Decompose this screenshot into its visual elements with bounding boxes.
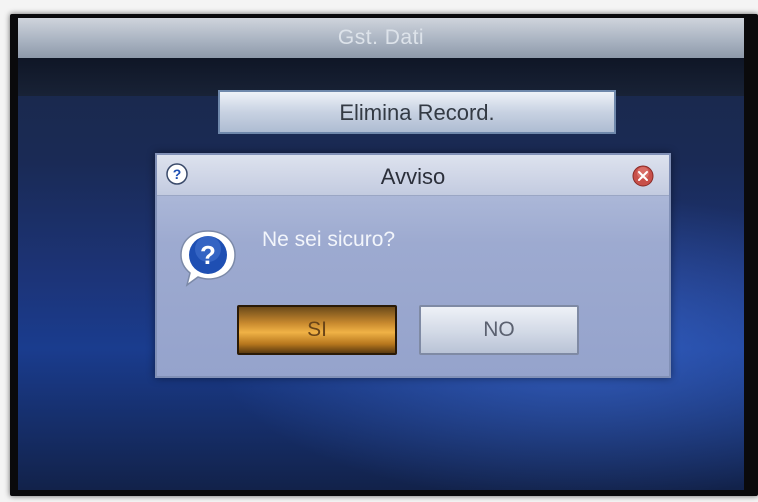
no-button[interactable]: NO bbox=[419, 305, 579, 355]
yes-button[interactable]: SI bbox=[237, 305, 397, 355]
screen-title: Gst. Dati bbox=[337, 26, 425, 49]
confirm-dialog: ? Avviso ? Ne sei sicuro? SI NO bbox=[155, 153, 671, 378]
svg-text:?: ? bbox=[200, 240, 216, 270]
delete-record-menu-item[interactable]: Elimina Record. bbox=[218, 90, 616, 134]
dialog-message: Ne sei sicuro? bbox=[262, 228, 396, 251]
question-bubble-icon: ? bbox=[180, 230, 236, 287]
device-screen: Gst. Dati Elimina Record. ? Avviso ? Ne … bbox=[18, 18, 744, 490]
close-icon[interactable] bbox=[632, 165, 654, 187]
dialog-title: Avviso bbox=[380, 164, 446, 189]
delete-record-label: Elimina Record. bbox=[339, 100, 495, 125]
screen-title-bar: Gst. Dati bbox=[18, 18, 744, 58]
dialog-titlebar: ? Avviso bbox=[157, 155, 669, 196]
